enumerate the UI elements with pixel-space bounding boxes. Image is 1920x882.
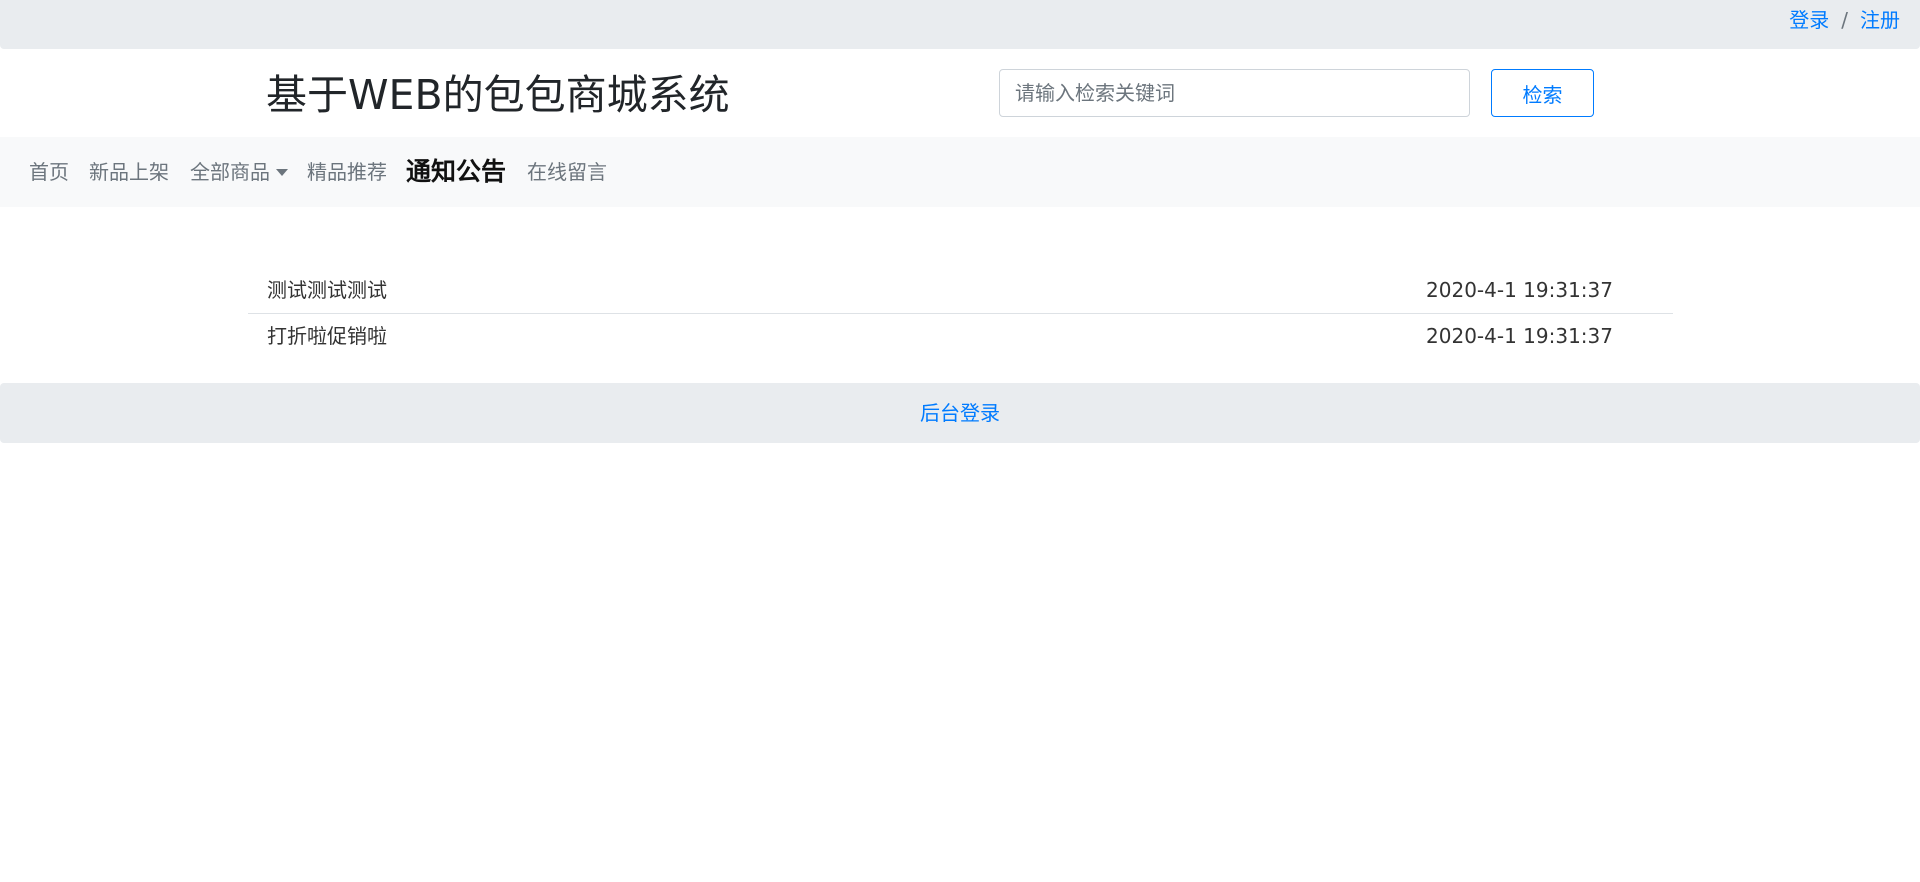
- notice-title[interactable]: 打折啦促销啦: [267, 322, 387, 350]
- nav-item-home[interactable]: 首页: [29, 137, 69, 207]
- notice-row[interactable]: 测试测试测试 2020-4-1 19:31:37: [248, 268, 1673, 313]
- main-nav: 首页 新品上架 全部商品 精品推荐 通知公告 在线留言: [0, 137, 1920, 207]
- notice-time: 2020-4-1 19:31:37: [1426, 324, 1613, 348]
- notice-title[interactable]: 测试测试测试: [267, 276, 387, 304]
- nav-item-notices[interactable]: 通知公告: [406, 137, 506, 207]
- nav-item-messages[interactable]: 在线留言: [527, 137, 607, 207]
- auth-links: 登录 / 注册: [1789, 8, 1900, 32]
- nav-item-all-products-label: 全部商品: [190, 160, 270, 184]
- search-button[interactable]: 检索: [1491, 69, 1594, 117]
- footer: 后台登录: [0, 383, 1920, 443]
- register-link[interactable]: 注册: [1860, 8, 1900, 32]
- notice-row[interactable]: 打折啦促销啦 2020-4-1 19:31:37: [248, 313, 1673, 358]
- nav-item-all-products[interactable]: 全部商品: [190, 137, 288, 207]
- login-link[interactable]: 登录: [1789, 8, 1829, 32]
- admin-login-link[interactable]: 后台登录: [920, 401, 1000, 425]
- nav-item-new-arrivals[interactable]: 新品上架: [89, 137, 169, 207]
- search-input[interactable]: [999, 69, 1470, 117]
- notice-list: 测试测试测试 2020-4-1 19:31:37 打折啦促销啦 2020-4-1…: [248, 268, 1673, 358]
- top-bar: 登录 / 注册: [0, 0, 1920, 49]
- nav-item-recommended[interactable]: 精品推荐: [307, 137, 387, 207]
- caret-down-icon: [276, 168, 288, 176]
- site-title: 基于WEB的包包商城系统: [266, 71, 730, 119]
- auth-separator: /: [1841, 8, 1848, 32]
- notice-time: 2020-4-1 19:31:37: [1426, 278, 1613, 302]
